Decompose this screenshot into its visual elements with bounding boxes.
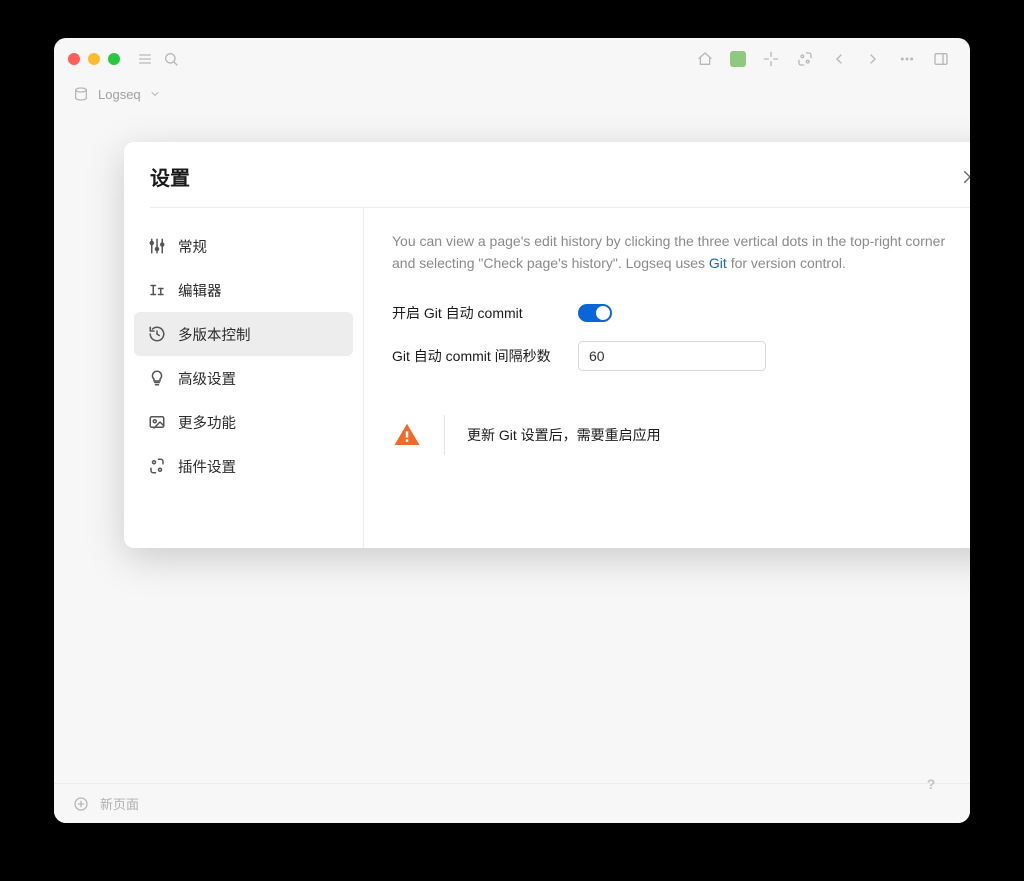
breadcrumb-graph-name[interactable]: Logseq: [98, 87, 141, 102]
sidebar-item-general[interactable]: 常规: [134, 224, 353, 268]
more-icon[interactable]: [898, 50, 916, 68]
sidebar-item-plugin-settings[interactable]: 插件设置: [134, 444, 353, 488]
divider: [444, 415, 445, 455]
sidebar-item-advanced[interactable]: 高级设置: [134, 356, 353, 400]
modal-close-button[interactable]: [958, 165, 970, 189]
row-interval: Git 自动 commit 间隔秒数: [392, 341, 970, 371]
warning-icon: [392, 422, 422, 448]
home-icon[interactable]: [696, 50, 714, 68]
graph-status-icon[interactable]: [730, 51, 746, 67]
sidebar-item-label: 多版本控制: [178, 324, 251, 345]
sidebar-item-editor[interactable]: 编辑器: [134, 268, 353, 312]
titlebar: [54, 38, 970, 80]
intro-suffix: for version control.: [727, 255, 846, 271]
plugin-hub-icon[interactable]: [762, 50, 780, 68]
settings-main: You can view a page's edit history by cl…: [364, 208, 970, 548]
sidebar-item-label: 更多功能: [178, 412, 236, 433]
extensions-icon[interactable]: [796, 50, 814, 68]
sidebar-item-label: 编辑器: [178, 280, 222, 301]
modal-header: 设置: [124, 142, 970, 207]
modal-title: 设置: [150, 162, 190, 191]
settings-modal: 设置 常规 编辑器: [124, 142, 970, 548]
menu-icon[interactable]: [136, 50, 154, 68]
intro-prefix: You can view a page's edit history by cl…: [392, 233, 945, 271]
window-close-button[interactable]: [68, 53, 80, 65]
window-controls: [68, 53, 120, 65]
app-window: Logseq 新页面 ? 设置: [54, 38, 970, 823]
chevron-down-icon[interactable]: [149, 88, 161, 100]
git-link[interactable]: Git: [709, 255, 727, 271]
puzzle-icon: [148, 457, 166, 475]
right-sidebar-toggle-icon[interactable]: [932, 50, 950, 68]
interval-label: Git 自动 commit 间隔秒数: [392, 346, 578, 366]
auto-commit-toggle[interactable]: [578, 304, 612, 322]
graph-icon: [72, 85, 90, 103]
search-icon[interactable]: [162, 50, 180, 68]
row-auto-commit: 开启 Git 自动 commit: [392, 303, 970, 323]
settings-sidebar: 常规 编辑器 多版本控制 高级设置: [124, 208, 364, 548]
titlebar-right: [696, 50, 956, 68]
new-page-bar[interactable]: 新页面: [54, 783, 970, 823]
plus-circle-icon: [72, 795, 90, 813]
sidebar-item-label: 插件设置: [178, 456, 236, 477]
sidebar-item-version-control[interactable]: 多版本控制: [134, 312, 353, 356]
sidebar-item-label: 常规: [178, 236, 207, 257]
alert-text: 更新 Git 设置后，需要重启应用: [467, 425, 661, 445]
text-icon: [148, 281, 166, 299]
breadcrumb: Logseq: [54, 80, 970, 108]
window-minimize-button[interactable]: [88, 53, 100, 65]
nav-forward-icon[interactable]: [864, 50, 882, 68]
sliders-icon: [148, 237, 166, 255]
help-button[interactable]: ?: [920, 773, 942, 795]
history-icon: [148, 325, 166, 343]
auto-commit-label: 开启 Git 自动 commit: [392, 303, 578, 323]
interval-input[interactable]: [578, 341, 766, 371]
nav-back-icon[interactable]: [830, 50, 848, 68]
window-maximize-button[interactable]: [108, 53, 120, 65]
sidebar-item-features[interactable]: 更多功能: [134, 400, 353, 444]
intro-text: You can view a page's edit history by cl…: [392, 230, 952, 275]
new-page-label: 新页面: [100, 794, 139, 813]
restart-alert: 更新 Git 设置后，需要重启应用: [392, 415, 970, 455]
bulb-icon: [148, 369, 166, 387]
sidebar-item-label: 高级设置: [178, 368, 236, 389]
image-icon: [148, 413, 166, 431]
